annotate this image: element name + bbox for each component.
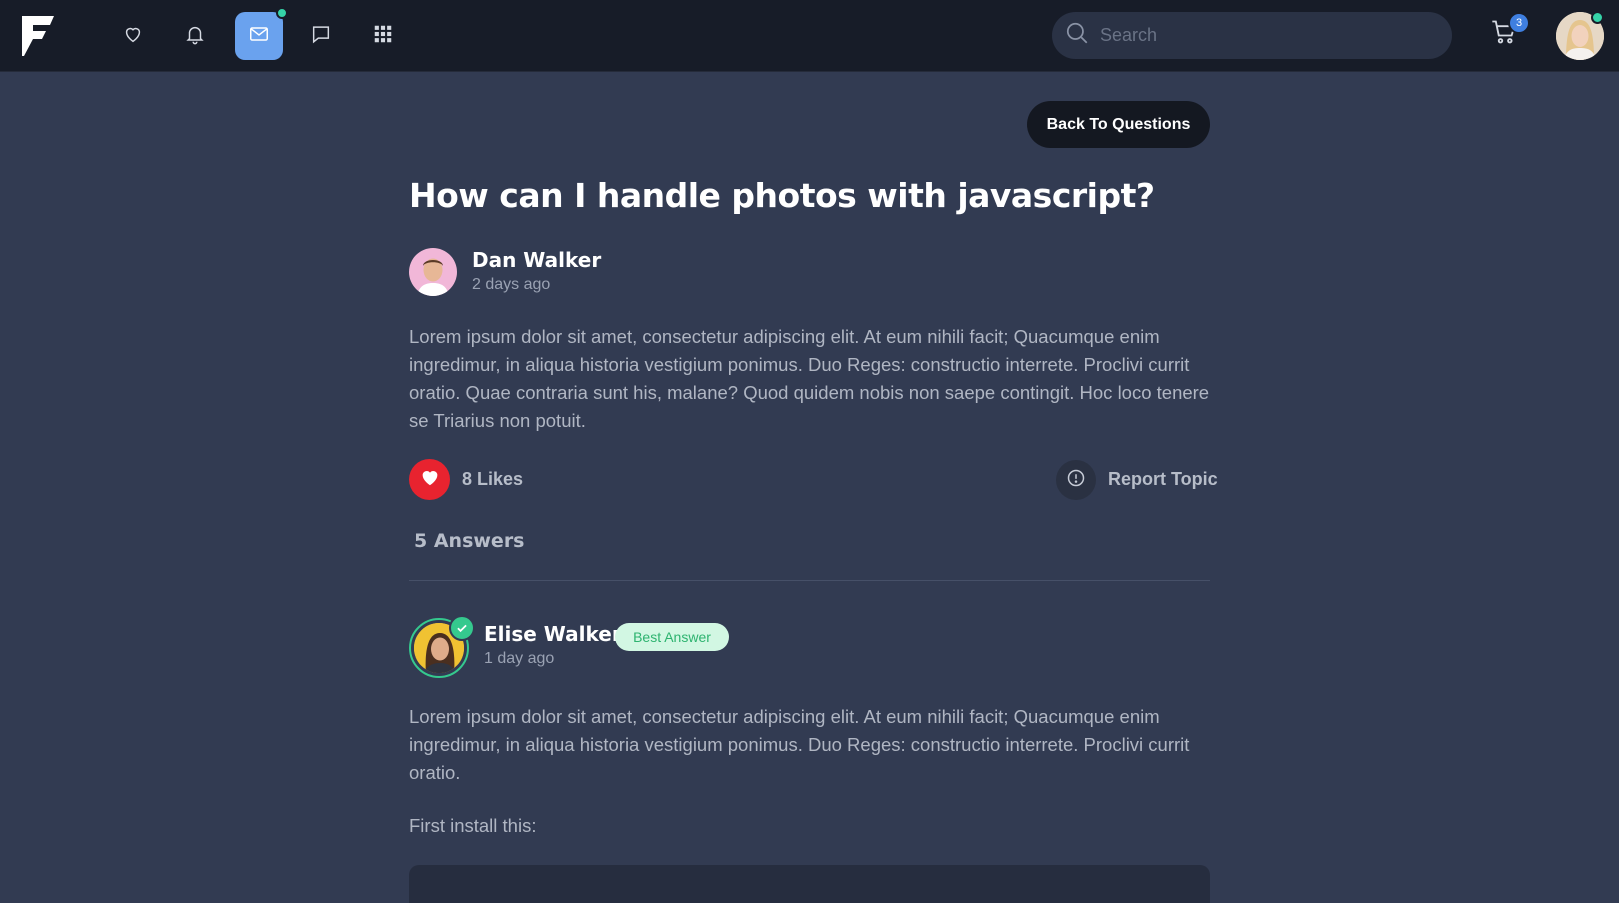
online-status-dot <box>1591 11 1604 24</box>
apps-grid-icon <box>372 23 394 50</box>
search-icon <box>1064 20 1100 51</box>
question-title: How can I handle photos with javascript? <box>409 176 1155 215</box>
question-author-avatar[interactable] <box>409 248 457 296</box>
answers-count: 5 Answers <box>414 530 525 552</box>
messages-button[interactable] <box>235 7 288 60</box>
report-topic-link[interactable]: Report Topic <box>1108 469 1218 490</box>
question-author-name[interactable]: Dan Walker <box>472 248 601 272</box>
search-bar[interactable] <box>1052 12 1452 59</box>
likes-count: 8 Likes <box>462 469 524 489</box>
answer-author-time: 1 day ago <box>484 650 555 667</box>
unread-dot <box>276 7 288 19</box>
divider <box>409 580 1210 581</box>
mail-icon <box>248 23 270 50</box>
question-author-time: 2 days ago <box>472 276 551 293</box>
cart-icon <box>1490 20 1518 50</box>
heart-icon <box>122 23 144 50</box>
apps-button[interactable] <box>359 12 407 60</box>
favorites-button[interactable] <box>109 12 157 60</box>
alert-circle-icon <box>1066 468 1086 493</box>
like-button[interactable] <box>409 459 450 500</box>
bell-icon <box>184 23 206 50</box>
question-body: Lorem ipsum dolor sit amet, consectetur … <box>409 326 1210 431</box>
cart-button[interactable]: 3 <box>1490 12 1530 50</box>
top-navbar: 3 <box>0 0 1619 72</box>
chat-button[interactable] <box>297 12 345 60</box>
brand-logo-icon[interactable] <box>20 14 56 58</box>
message-icon <box>310 23 332 50</box>
cart-count-badge: 3 <box>1508 12 1530 34</box>
answer-body: Lorem ipsum dolor sit amet, consectetur … <box>409 706 1190 783</box>
code-block <box>409 865 1210 903</box>
heart-filled-icon <box>419 466 441 493</box>
best-answer-badge: Best Answer <box>615 623 729 651</box>
notifications-button[interactable] <box>171 12 219 60</box>
report-button[interactable] <box>1056 460 1096 500</box>
verified-check-icon <box>449 615 475 641</box>
search-input[interactable] <box>1100 25 1400 46</box>
install-instruction: First install this: <box>409 815 537 836</box>
back-to-questions-button[interactable]: Back To Questions <box>1027 101 1210 148</box>
answer-author-name[interactable]: Elise Walker <box>484 622 622 646</box>
